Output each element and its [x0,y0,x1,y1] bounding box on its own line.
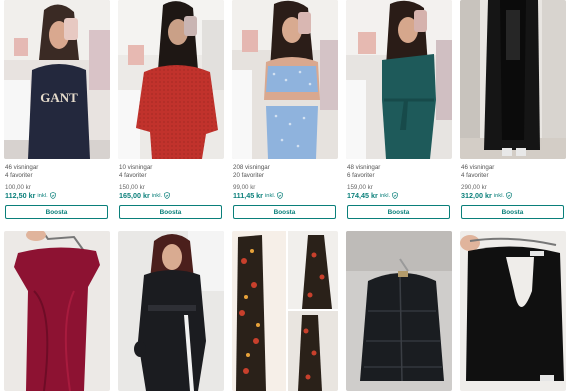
price-incl-value: 112,50 kr [5,191,36,200]
listing-stats: 46 visningar 4 favoriter [461,164,494,180]
listing-photo[interactable] [232,231,338,391]
favorites-count: 4 favoriter [119,172,147,179]
favorites-count: 4 favoriter [461,172,489,179]
incl-label: inkl. [151,192,163,199]
listing-photo[interactable] [4,231,110,391]
listing-price-incl[interactable]: 112,50 kr inkl. [5,191,56,200]
listing-stats: 10 visningar 4 favoriter [119,164,152,180]
shield-check-icon [392,192,398,199]
incl-label: inkl. [493,192,505,199]
shield-check-icon [164,192,170,199]
boost-button[interactable]: Boosta [461,205,564,219]
listing-photo[interactable] [346,0,452,159]
svg-text:GANT: GANT [40,90,78,105]
listing-photo[interactable] [460,231,566,391]
listing-stats: 48 visningar 6 favoriter [347,164,380,180]
views-count: 46 visningar [461,164,495,171]
listing-price: 100,00 kr [5,184,31,191]
price-incl-value: 111,45 kr [233,191,263,200]
listing-price: 290,00 kr [461,184,487,191]
listing-price-incl[interactable]: 165,00 kr inkl. [119,191,170,200]
views-count: 46 visningar [5,164,39,171]
price-incl-value: 165,00 kr [119,191,150,200]
favorites-count: 6 favoriter [347,172,375,179]
listing-photo[interactable] [460,0,566,159]
listing-price-incl[interactable]: 312,00 kr inkl. [461,191,512,200]
listing-price: 150,00 kr [119,184,145,191]
shield-check-icon [506,192,512,199]
shield-check-icon [277,192,283,199]
price-incl-value: 174,45 kr [347,191,378,200]
listing-price: 159,00 kr [347,184,373,191]
listing-photo[interactable] [118,0,224,159]
favorites-count: 4 favoriter [5,172,33,179]
incl-label: inkl. [379,192,391,199]
listing-photo[interactable] [346,231,452,391]
boost-button[interactable]: Boosta [347,205,450,219]
listing-photo[interactable]: GANT [4,0,110,159]
boost-button[interactable]: Boosta [5,205,108,219]
shield-check-icon [50,192,56,199]
listing-photo[interactable] [118,231,224,391]
listing-photo[interactable] [232,0,338,159]
listing-price-incl[interactable]: 174,45 kr inkl. [347,191,398,200]
favorites-count: 20 favoriter [233,172,264,179]
views-count: 48 visningar [347,164,381,171]
listings-grid: GANT 46 visningar 4 favoriter 100,00 kr … [0,0,575,391]
price-incl-value: 312,00 kr [461,191,492,200]
listing-price: 99,00 kr [233,184,256,191]
incl-label: inkl. [37,192,48,199]
incl-label: inkl. [264,192,276,199]
boost-button[interactable]: Boosta [119,205,222,219]
listing-stats: 208 visningar 20 favoriter [233,164,270,180]
listing-price-incl[interactable]: 111,45 kr inkl. [233,191,283,200]
boost-button[interactable]: Boosta [233,205,336,219]
listing-stats: 46 visningar 4 favoriter [5,164,38,180]
views-count: 10 visningar [119,164,153,171]
views-count: 208 visningar [233,164,270,171]
